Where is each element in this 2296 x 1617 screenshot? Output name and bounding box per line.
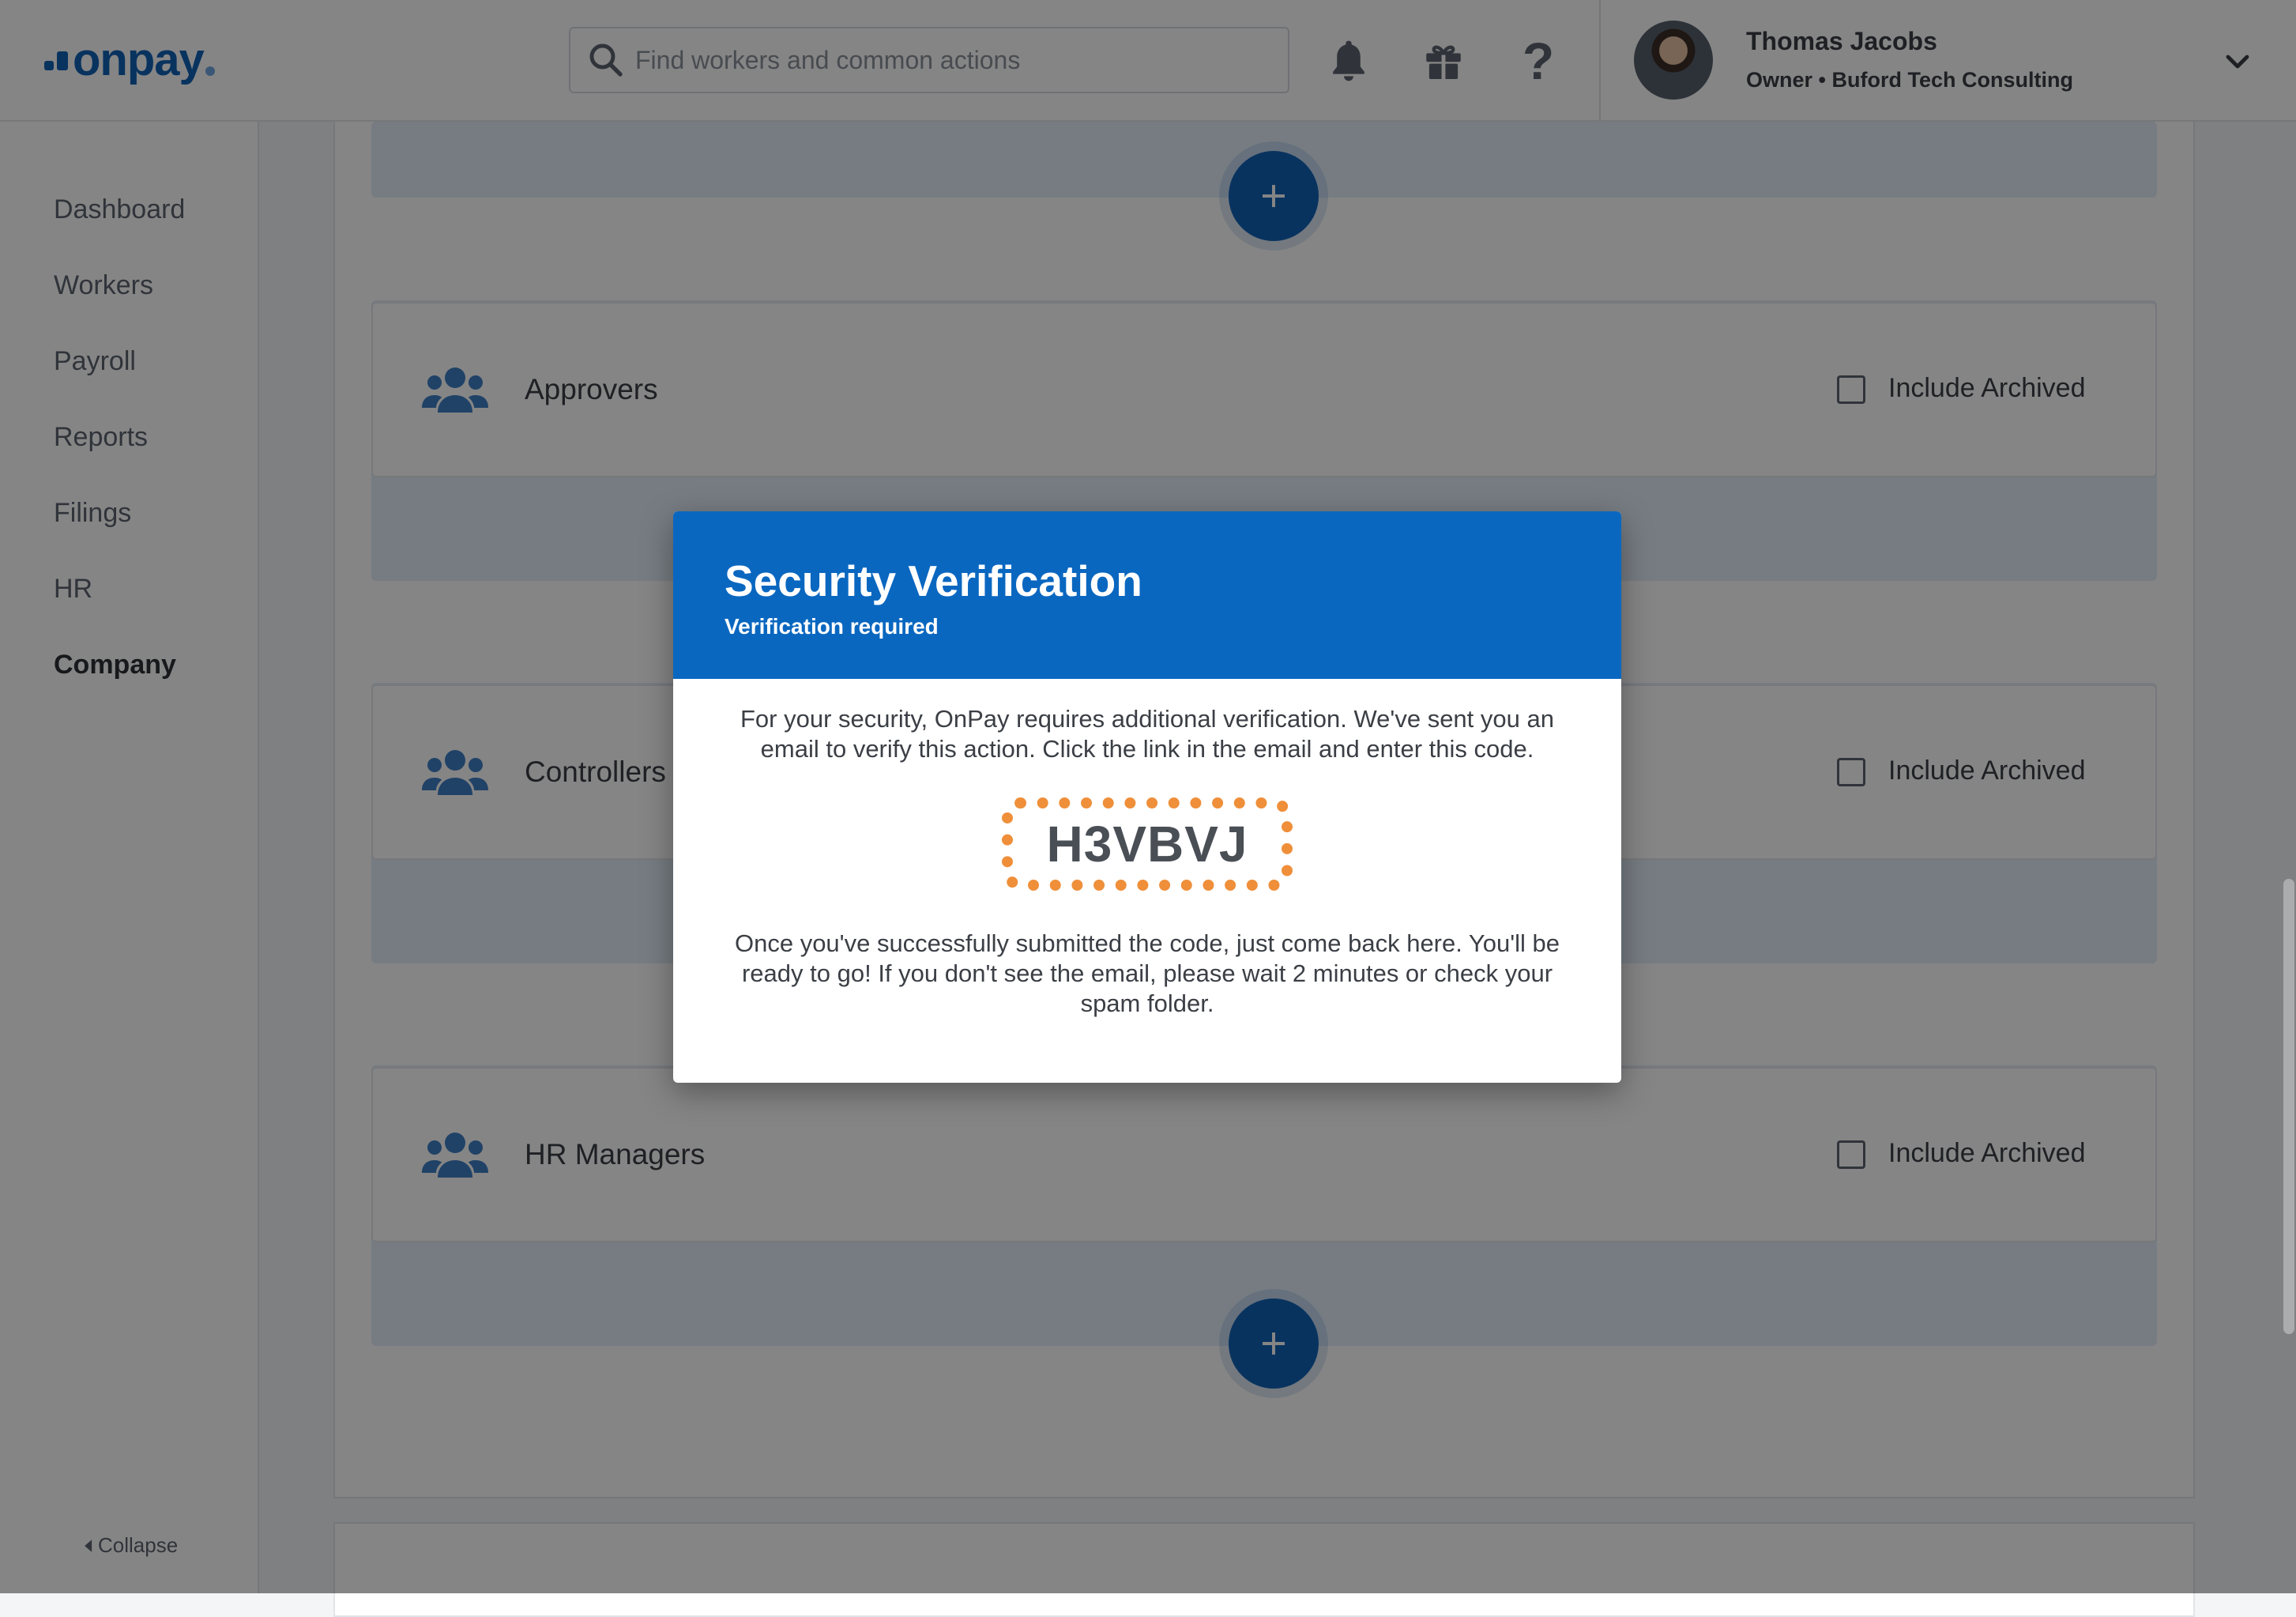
dialog-title: Security Verification — [725, 556, 1142, 605]
dialog-message: For your security, OnPay requires additi… — [740, 705, 1554, 763]
dialog-header: Security Verification Verification requi… — [673, 511, 1621, 679]
page-scrollbar[interactable] — [2283, 879, 2294, 1334]
dialog-footer-text: Once you've successfully submitted the c… — [734, 929, 1560, 1017]
verification-code: H3VBVJ — [1046, 816, 1248, 873]
verification-code-box: H3VBVJ — [1002, 797, 1293, 891]
security-verification-dialog: Security Verification Verification requi… — [673, 511, 1621, 1083]
dialog-subtitle: Verification required — [725, 614, 939, 639]
